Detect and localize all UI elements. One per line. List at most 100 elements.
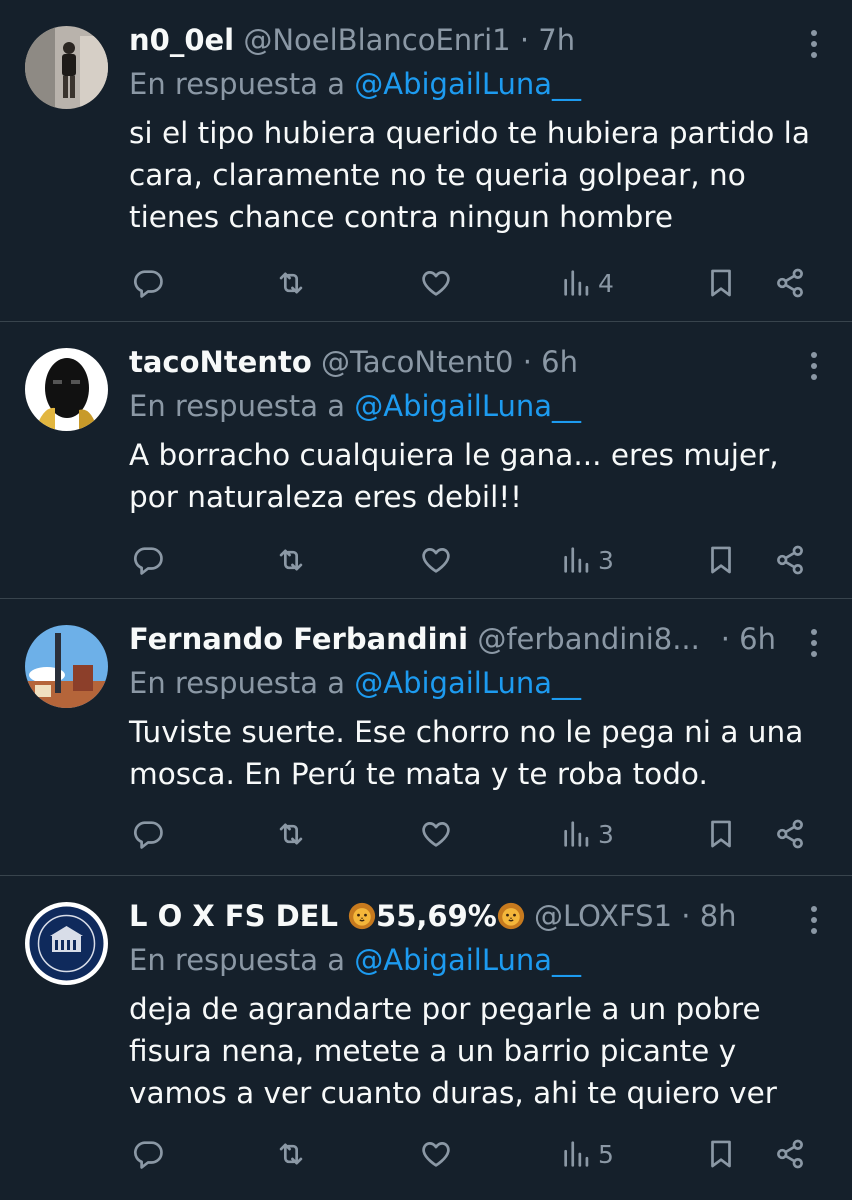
retweet-icon: [274, 266, 308, 300]
tweet-header: Fernando Ferbandini @ferbandini8...: [129, 621, 762, 657]
timestamp[interactable]: 7h: [538, 23, 575, 57]
tweet[interactable]: tacoNtento @TacoNtent0 · 6h En respuesta…: [0, 322, 852, 599]
retweet-button[interactable]: [274, 1136, 308, 1172]
views-button[interactable]: 4: [560, 265, 614, 301]
avatar[interactable]: [25, 348, 108, 431]
reply-button[interactable]: [131, 1136, 165, 1172]
action-bar: 3: [0, 816, 852, 856]
display-name[interactable]: Fernando Ferbandini: [129, 622, 468, 656]
like-icon: [419, 543, 453, 577]
display-name-text: L O X FS DEL: [129, 899, 349, 933]
reply-context: En respuesta a @AbigailLuna__: [129, 388, 581, 424]
tweet[interactable]: n0_0el @NoelBlancoEnri1 · 7h En respuest…: [0, 0, 852, 322]
retweet-button[interactable]: [274, 816, 308, 852]
views-count: 4: [598, 268, 614, 298]
views-count: 3: [598, 545, 614, 575]
reply-icon: [131, 817, 165, 851]
more-icon[interactable]: [806, 30, 822, 60]
bookmark-button[interactable]: [704, 265, 738, 301]
share-icon: [773, 543, 807, 577]
action-bar: 5: [0, 1136, 852, 1176]
reply-prefix: En respuesta a: [129, 67, 346, 101]
more-icon[interactable]: [806, 352, 822, 382]
user-handle[interactable]: @LOXFS1: [534, 899, 672, 933]
reply-context: En respuesta a @AbigailLuna__: [129, 665, 581, 701]
display-name[interactable]: n0_0el: [129, 23, 234, 57]
avatar[interactable]: [25, 26, 108, 109]
views-icon: [560, 817, 594, 851]
share-button[interactable]: [773, 816, 807, 852]
mention-link[interactable]: @AbigailLuna__: [354, 666, 581, 700]
user-handle[interactable]: @NoelBlancoEnri1: [243, 23, 510, 57]
retweet-button[interactable]: [274, 265, 308, 301]
reply-icon: [131, 543, 165, 577]
display-name[interactable]: L O X FS DEL 55,69%: [129, 899, 525, 933]
bookmark-button[interactable]: [704, 542, 738, 578]
separator: ·: [519, 23, 530, 57]
views-button[interactable]: 5: [560, 1136, 614, 1172]
retweet-icon: [274, 817, 308, 851]
share-icon: [773, 266, 807, 300]
user-handle[interactable]: @ferbandini8...: [477, 622, 700, 656]
bookmark-button[interactable]: [704, 816, 738, 852]
like-button[interactable]: [419, 542, 453, 578]
separator: ·: [522, 345, 532, 379]
reply-prefix: En respuesta a: [129, 389, 346, 423]
share-button[interactable]: [773, 542, 807, 578]
retweet-button[interactable]: [274, 542, 308, 578]
avatar[interactable]: [25, 625, 108, 708]
lion-emoji-icon: [497, 902, 525, 930]
mention-link[interactable]: @AbigailLuna__: [354, 943, 581, 977]
share-icon: [773, 1137, 807, 1171]
avatar[interactable]: [25, 902, 108, 985]
like-button[interactable]: [419, 1136, 453, 1172]
bookmark-button[interactable]: [704, 1136, 738, 1172]
action-bar: 4: [0, 265, 852, 305]
share-button[interactable]: [773, 1136, 807, 1172]
like-icon: [419, 817, 453, 851]
bookmark-icon: [704, 543, 738, 577]
reply-button[interactable]: [131, 265, 165, 301]
tweet-header: L O X FS DEL 55,69% @LOXFS1 · 8h: [129, 898, 782, 934]
tweet[interactable]: Fernando Ferbandini @ferbandini8... · 6h…: [0, 599, 852, 876]
share-button[interactable]: [773, 265, 807, 301]
retweet-icon: [274, 543, 308, 577]
lion-emoji-icon: [348, 902, 376, 930]
tweet[interactable]: L O X FS DEL 55,69% @LOXFS1 · 8h En resp…: [0, 876, 852, 1200]
reply-button[interactable]: [131, 542, 165, 578]
reply-context: En respuesta a @AbigailLuna__: [129, 942, 581, 978]
timestamp[interactable]: 6h: [739, 622, 776, 656]
action-bar: 3: [0, 542, 852, 582]
timestamp[interactable]: 8h: [700, 899, 737, 933]
like-icon: [419, 1137, 453, 1171]
tweet-text: A borracho cualquiera le gana... eres mu…: [129, 438, 779, 514]
views-count: 5: [598, 1139, 614, 1169]
reply-icon: [131, 266, 165, 300]
timestamp-block: · 6h: [721, 621, 776, 657]
mention-link[interactable]: @AbigailLuna__: [354, 389, 581, 423]
reply-context: En respuesta a @AbigailLuna__: [129, 66, 581, 102]
mention-link[interactable]: @AbigailLuna__: [354, 67, 581, 101]
separator: ·: [720, 622, 730, 656]
tweet-text: Tuviste suerte. Ese chorro no le pega ni…: [129, 715, 804, 791]
like-button[interactable]: [419, 816, 453, 852]
views-button[interactable]: 3: [560, 542, 614, 578]
reply-prefix: En respuesta a: [129, 943, 346, 977]
tweet-text: si el tipo hubiera querido te hubiera pa…: [129, 116, 810, 234]
bookmark-icon: [704, 266, 738, 300]
retweet-icon: [274, 1137, 308, 1171]
display-name[interactable]: tacoNtento: [129, 345, 312, 379]
more-icon[interactable]: [806, 629, 822, 659]
views-icon: [560, 266, 594, 300]
timestamp[interactable]: 6h: [541, 345, 578, 379]
views-button[interactable]: 3: [560, 816, 614, 852]
reply-icon: [131, 1137, 165, 1171]
reply-button[interactable]: [131, 816, 165, 852]
more-icon[interactable]: [806, 906, 822, 936]
share-icon: [773, 817, 807, 851]
like-icon: [419, 266, 453, 300]
tweet-header: tacoNtento @TacoNtent0 · 6h: [129, 344, 782, 380]
like-button[interactable]: [419, 265, 453, 301]
user-handle[interactable]: @TacoNtent0: [321, 345, 513, 379]
separator: ·: [681, 899, 691, 933]
